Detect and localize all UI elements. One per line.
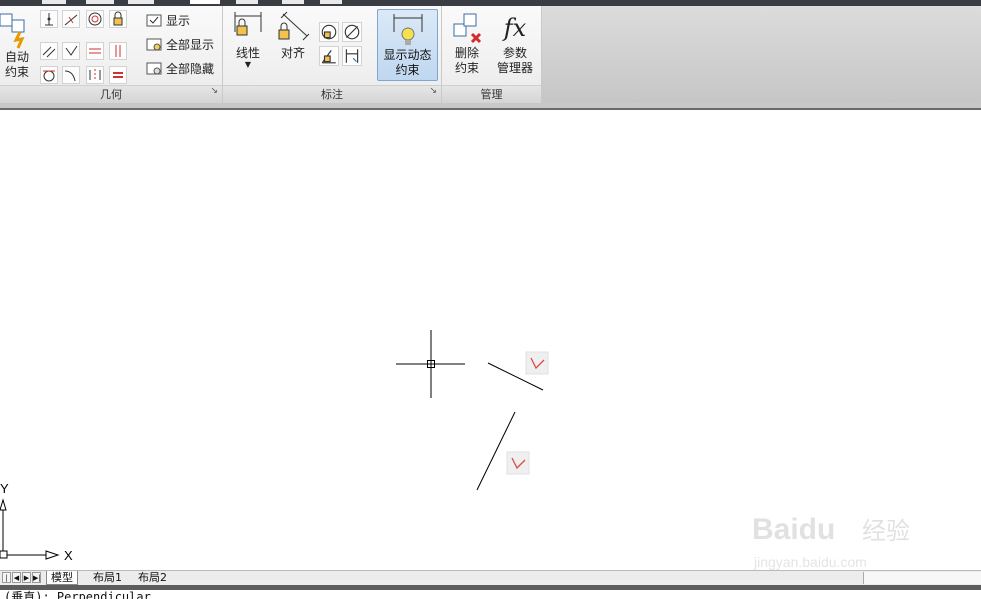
hide-all-label: 全部隐藏 xyxy=(166,62,215,76)
dimensional-panel: 线性 ▼ 对齐 显示动态 约束 标注 ↘ xyxy=(223,6,442,103)
svg-text:Baidu: Baidu xyxy=(752,513,835,546)
dimensional-panel-title: 标注 ↘ xyxy=(223,85,441,103)
auto-constrain-button[interactable]: 自动 约束 xyxy=(0,10,34,80)
ucs-x-label: X xyxy=(64,548,73,563)
show-dynamic-label-1: 显示动态 xyxy=(383,48,432,62)
tab-fragment[interactable] xyxy=(128,0,154,4)
show-all-button[interactable]: 全部显示 xyxy=(146,37,214,53)
manage-panel: 删除 约束 fx 参数 管理器 管理 xyxy=(442,6,542,103)
hide-all-icon xyxy=(146,62,162,75)
delete-label-1: 删除 xyxy=(454,46,479,60)
tab-fragment[interactable] xyxy=(236,0,258,4)
tab-fragment[interactable] xyxy=(86,0,114,4)
equal-constraint-icon[interactable] xyxy=(109,66,127,84)
tab-fragment[interactable] xyxy=(42,0,66,4)
horizontal-constraint-icon[interactable] xyxy=(86,42,104,60)
delete-constraints-button[interactable]: 删除 约束 xyxy=(448,10,486,76)
fx-icon: fx xyxy=(503,14,527,42)
show-dynamic-label-2: 约束 xyxy=(395,63,420,77)
model-space[interactable]: Y X xyxy=(0,110,981,570)
baidu-watermark-logo: Baidu 经验 jingyan.baidu.com xyxy=(752,513,910,570)
perpendicular-constraint-marker-icon[interactable] xyxy=(525,351,549,375)
aligned-dimension-button[interactable]: 对齐 xyxy=(273,10,313,61)
line-segment-2[interactable] xyxy=(476,411,516,491)
smooth-constraint-icon[interactable] xyxy=(62,66,80,84)
ribbon: 自动 约束 显示 全部显示 全部隐藏 几何 ↘ 线性 ▼ 对齐 显示动态 约束 … xyxy=(0,6,981,103)
ribbon-separator xyxy=(0,103,981,110)
perpendicular-constraint-marker-icon[interactable] xyxy=(506,451,530,475)
aligned-label: 对齐 xyxy=(280,46,305,60)
tab-model[interactable]: 模型 xyxy=(46,571,78,585)
tab-layout2[interactable]: 布局2 xyxy=(134,571,171,585)
command-line[interactable]: (垂直): Perpendicular xyxy=(0,590,981,599)
collinear-constraint-icon[interactable] xyxy=(62,10,80,28)
show-label: 显示 xyxy=(166,14,191,28)
symmetric-constraint-icon[interactable] xyxy=(86,66,104,84)
linear-label: 线性 xyxy=(235,46,260,60)
tab-fragment[interactable] xyxy=(320,0,342,4)
last-tab-icon[interactable]: ▶| xyxy=(32,572,41,583)
show-dynamic-constraints-button[interactable]: 显示动态 约束 xyxy=(377,9,438,81)
auto-constrain-icon xyxy=(0,13,25,49)
panel-launcher-icon[interactable]: ↘ xyxy=(429,83,437,100)
auto-constrain-label-1: 自动 xyxy=(4,50,29,64)
aligned-dimension-icon xyxy=(278,11,310,41)
perpendicular-constraint-icon[interactable] xyxy=(62,42,80,60)
show-all-label: 全部显示 xyxy=(166,38,215,52)
next-tab-icon[interactable]: ▶ xyxy=(22,572,31,583)
params-label-1: 参数 xyxy=(502,46,527,60)
horizontal-scrollbar[interactable] xyxy=(863,572,981,584)
delete-constraint-icon xyxy=(453,13,482,44)
show-all-icon xyxy=(146,38,162,51)
concentric-constraint-icon[interactable] xyxy=(86,10,104,28)
show-constraint-icon xyxy=(146,14,162,27)
crosshair-cursor-icon xyxy=(396,330,465,398)
tab-layout1[interactable]: 布局1 xyxy=(89,571,126,585)
auto-constrain-label-2: 约束 xyxy=(4,65,29,79)
layout-tabs-bar: |◀ ◀ ▶ ▶| 模型 布局1 布局2 xyxy=(0,570,981,593)
first-tab-icon[interactable]: |◀ xyxy=(2,572,11,593)
radius-dimension-icon[interactable] xyxy=(319,22,339,42)
tab-parametric-active[interactable] xyxy=(190,0,220,4)
show-constraints-button[interactable]: 显示 xyxy=(146,13,190,29)
svg-text:经验: 经验 xyxy=(862,517,910,545)
hide-all-button[interactable]: 全部隐藏 xyxy=(146,61,214,77)
diameter-dimension-icon[interactable] xyxy=(342,22,362,42)
tangent-constraint-icon[interactable] xyxy=(40,66,58,84)
geometric-panel: 自动 约束 显示 全部显示 全部隐藏 几何 ↘ xyxy=(0,6,223,103)
fix-constraint-icon[interactable] xyxy=(109,10,127,28)
delete-label-2: 约束 xyxy=(454,61,479,75)
geometric-panel-title: 几何 ↘ xyxy=(0,85,222,103)
linear-dimension-button[interactable]: 线性 ▼ xyxy=(229,10,267,69)
coincident-constraint-icon[interactable] xyxy=(40,10,58,28)
ucs-y-label: Y xyxy=(0,481,9,496)
svg-text:jingyan.baidu.com: jingyan.baidu.com xyxy=(753,554,867,570)
parameters-manager-button[interactable]: fx 参数 管理器 xyxy=(492,10,538,76)
convert-dimension-icon[interactable] xyxy=(342,46,362,66)
vertical-constraint-icon[interactable] xyxy=(109,42,127,60)
dynamic-constraint-bulb-icon xyxy=(393,14,422,45)
manage-panel-title: 管理 xyxy=(442,85,541,103)
ucs-icon xyxy=(0,498,60,560)
params-label-2: 管理器 xyxy=(496,61,533,75)
parallel-constraint-icon[interactable] xyxy=(40,42,58,60)
panel-launcher-icon[interactable]: ↘ xyxy=(210,83,218,100)
linear-dropdown-icon[interactable]: ▼ xyxy=(229,61,267,69)
prev-tab-icon[interactable]: ◀ xyxy=(12,572,21,583)
angular-dimension-icon[interactable] xyxy=(319,46,339,66)
tab-fragment[interactable] xyxy=(282,0,304,4)
linear-dimension-icon xyxy=(234,12,262,36)
command-line-text: (垂直): Perpendicular xyxy=(4,590,151,599)
drawing-canvas[interactable]: Y X xyxy=(0,110,981,570)
